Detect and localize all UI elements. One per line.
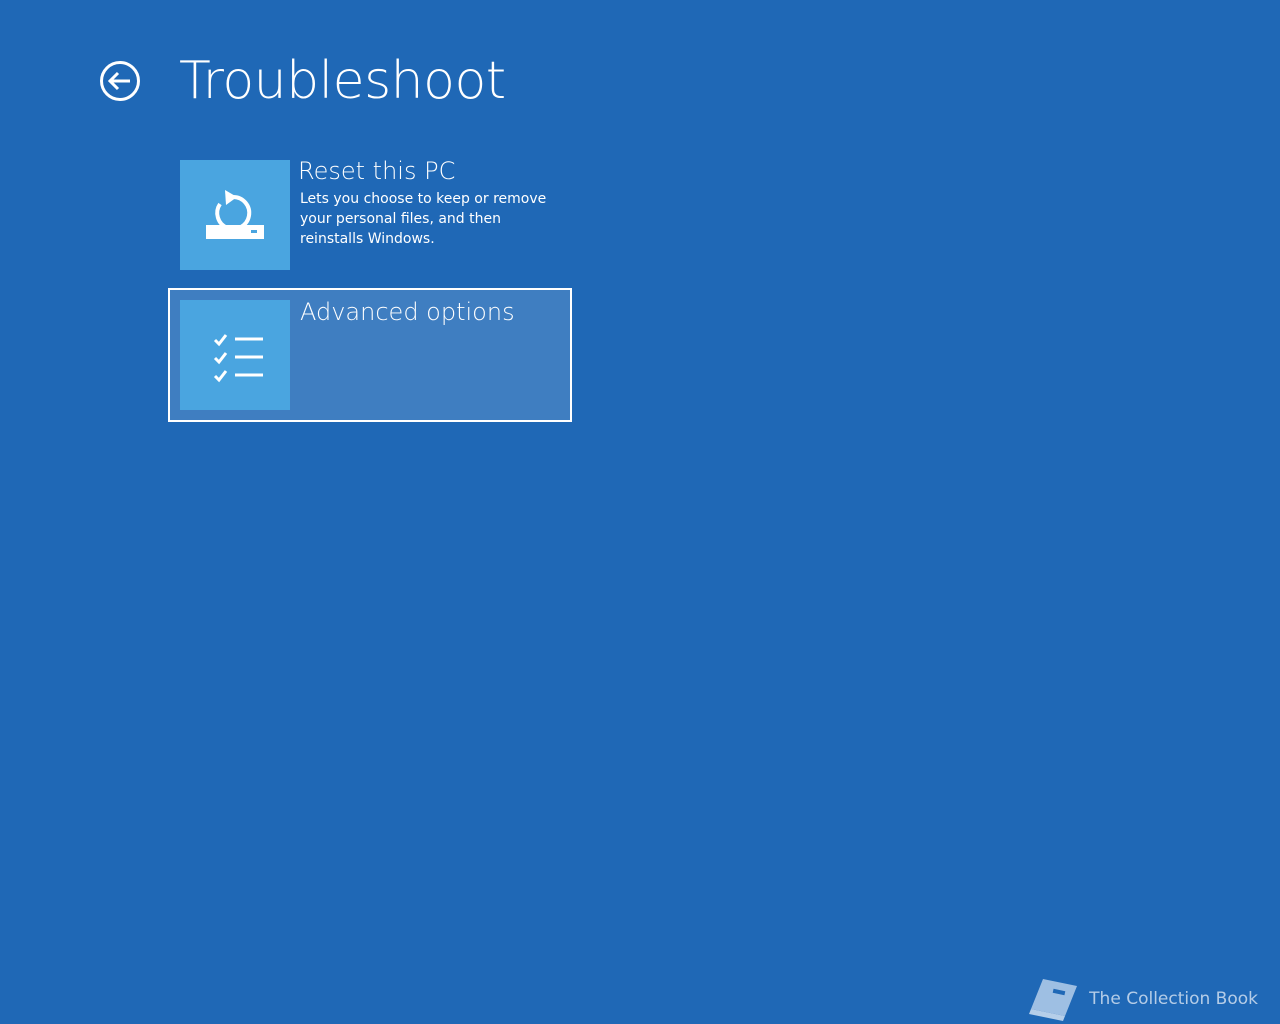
reset-this-pc-option[interactable]: Reset this PC Lets you choose to keep or… [168,148,572,280]
reset-pc-icon [206,190,264,239]
advanced-options-tile [180,300,290,410]
reset-this-pc-title: Reset this PC [298,157,456,185]
advanced-options-title: Advanced options [300,298,515,326]
watermark-text: The Collection Book [1089,989,1258,1009]
advanced-options-option[interactable]: Advanced options [168,288,572,422]
back-button[interactable] [99,60,141,102]
page-title: Troubleshoot [179,51,506,111]
checklist-icon [213,334,263,383]
reset-this-pc-description: Lets you choose to keep or remove your p… [300,191,547,247]
troubleshoot-screen: Troubleshoot Reset this PC Lets you choo… [0,0,1280,1024]
book-icon [1029,979,1078,1021]
reset-pc-tile [180,160,290,270]
back-arrow-circle-icon [100,61,140,101]
watermark: The Collection Book [1027,976,1258,1022]
